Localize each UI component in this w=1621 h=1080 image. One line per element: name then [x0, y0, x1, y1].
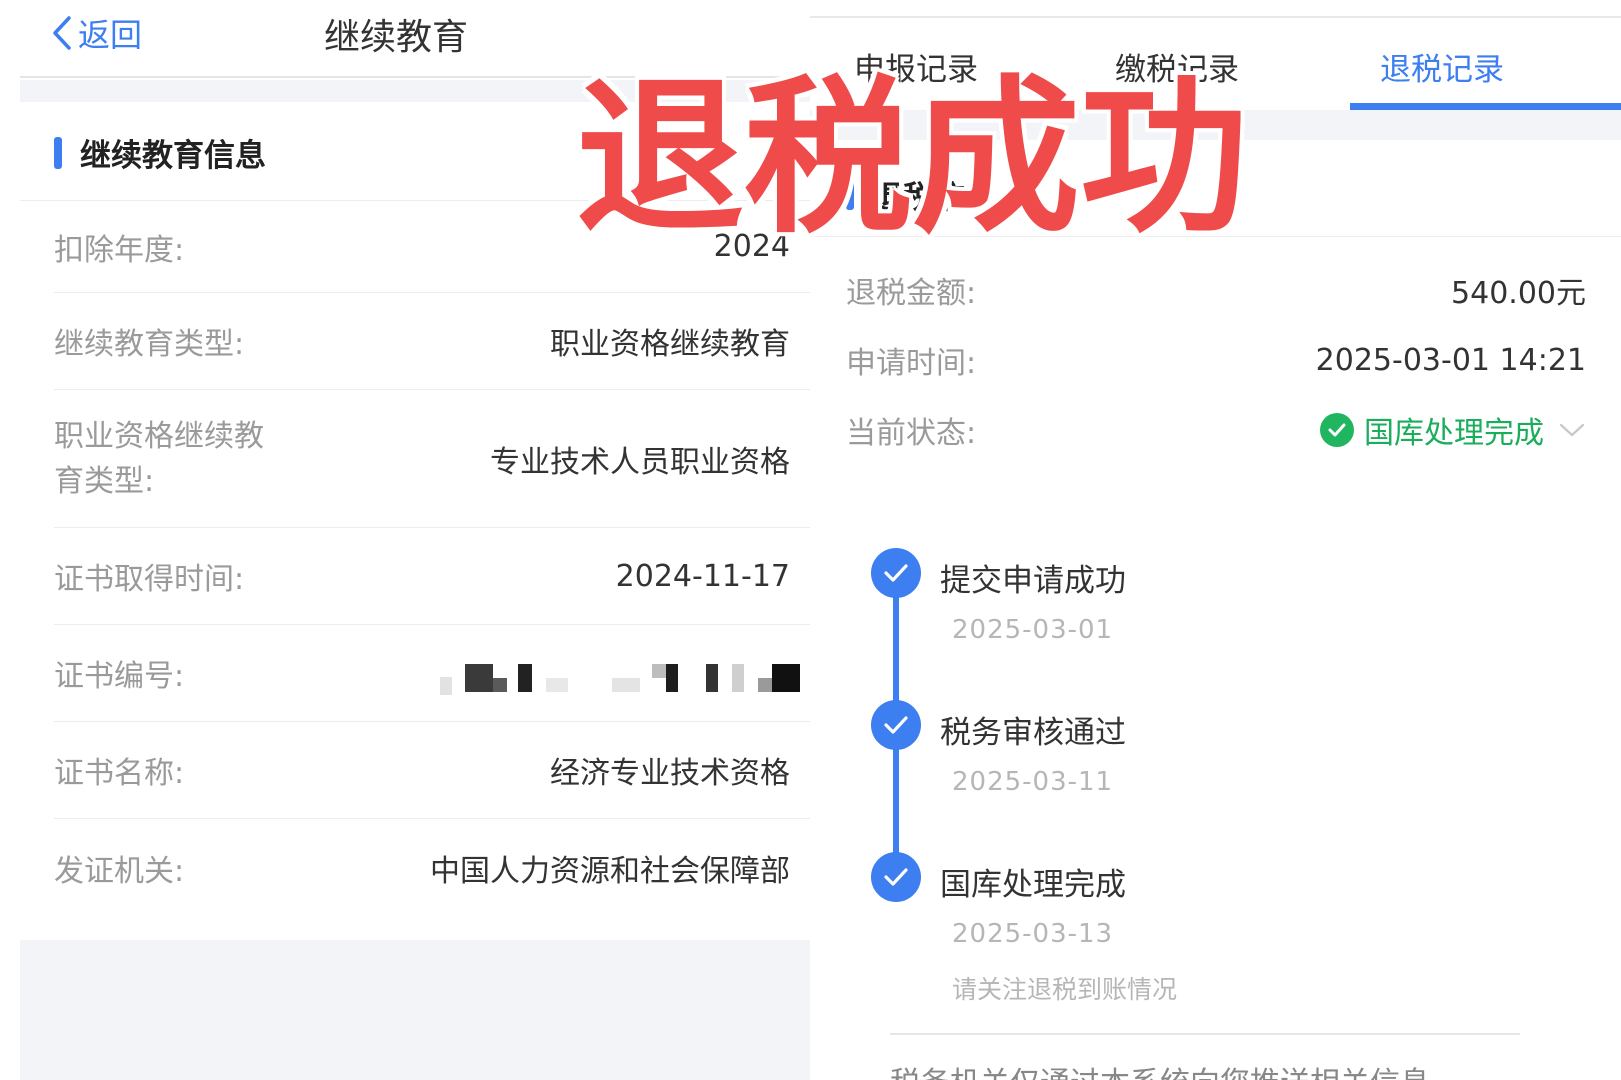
timeline-step-title: 国库处理完成 — [940, 867, 1126, 903]
check-icon — [871, 700, 921, 750]
row-education-type: 继续教育类型: 职业资格继续教育 — [54, 293, 810, 390]
status-dropdown[interactable]: 国库处理完成 — [1320, 408, 1586, 452]
row-current-status: 当前状态: 国库处理完成 — [846, 408, 1586, 452]
section-accent-bar — [54, 136, 62, 169]
section-title-education: 继续教育信息 — [54, 130, 266, 175]
row-issuing-authority: 发证机关: 中国人力资源和社会保障部 — [54, 853, 790, 889]
refund-success-overlay: 退税成功 — [576, 60, 1248, 256]
timeline-step-date: 2025-03-01 — [952, 615, 1114, 645]
check-icon — [871, 852, 921, 902]
timeline-step-date: 2025-03-13 — [952, 919, 1114, 949]
row-certificate-name: 证书名称: 经济专业技术资格 — [54, 722, 810, 819]
top-divider — [810, 16, 1621, 18]
footer-notice: 税务机关仅通过本系统向您推送相关信息 — [890, 1058, 1430, 1080]
row-refund-amount: 退税金额: 540.00元 — [846, 276, 1586, 311]
row-apply-time: 申请时间: 2025-03-01 14:21 — [846, 342, 1586, 382]
active-tab-indicator — [1350, 103, 1621, 110]
footer-background — [20, 940, 810, 1080]
row-certificate-date: 证书取得时间: 2024-11-17 — [54, 528, 810, 625]
row-certificate-number: 证书编号: — [54, 625, 810, 722]
tab-refund-records[interactable]: 退税记录 — [1380, 44, 1504, 89]
timeline-step-date: 2025-03-11 — [952, 767, 1114, 797]
check-icon — [871, 548, 921, 598]
timeline-step-title: 提交申请成功 — [940, 563, 1126, 599]
timeline-step-title: 税务审核通过 — [940, 715, 1126, 751]
chevron-down-icon — [1559, 423, 1585, 437]
timeline-note: 请关注退税到账情况 — [952, 975, 1178, 1004]
divider — [890, 1033, 1520, 1035]
check-circle-icon — [1320, 413, 1354, 447]
row-qualification-type: 职业资格继续教 育类型: 专业技术人员职业资格 — [54, 390, 810, 528]
